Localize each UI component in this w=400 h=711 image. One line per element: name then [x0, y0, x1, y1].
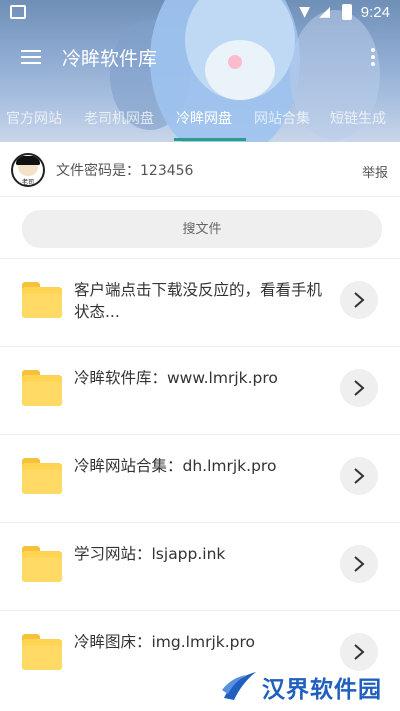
wifi-icon: ▼	[299, 4, 310, 20]
status-time: 9:24	[360, 4, 390, 21]
tab-official-site[interactable]: 官方网站	[6, 108, 62, 128]
file-name: 冷眸软件库：www.lmrjk.pro	[74, 369, 278, 387]
file-item[interactable]: 客户端点击下载没反应的，看看手机状态...	[0, 258, 400, 346]
folder-icon	[22, 370, 62, 408]
file-name: 客户端点击下载没反应的，看看手机状态...	[74, 281, 323, 321]
password-text: 文件密码是：123456	[56, 163, 194, 179]
tab-indicator	[174, 138, 246, 141]
chevron-right-icon[interactable]	[340, 457, 378, 495]
battery-icon	[342, 4, 352, 20]
watermark-logo-icon	[222, 672, 256, 700]
more-options-icon[interactable]	[370, 46, 376, 70]
chevron-right-icon[interactable]	[340, 281, 378, 319]
file-item[interactable]: 学习网站：lsjapp.ink	[0, 522, 400, 610]
status-bar: ▼ ◢ 9:24	[0, 0, 400, 26]
tab-shortlink[interactable]: 短链生成	[330, 108, 386, 128]
file-name: 冷眸图床：img.lmrjk.pro	[74, 633, 256, 651]
search-input[interactable]	[22, 210, 382, 248]
file-name: 冷眸网站合集：dh.lmrjk.pro	[74, 457, 277, 475]
chevron-right-icon[interactable]	[340, 545, 378, 583]
folder-icon	[22, 546, 62, 584]
folder-icon	[22, 458, 62, 496]
avatar-label: 老司	[21, 179, 34, 186]
header-banner: ▼ ◢ 9:24 冷眸软件库 官方网站 老司机网盘 冷眸网盘 网站合集 短链生成	[0, 0, 400, 142]
watermark: 汉界软件园	[218, 664, 400, 706]
file-item[interactable]: 冷眸网站合集：dh.lmrjk.pro	[0, 434, 400, 522]
toolbar: 冷眸软件库	[0, 26, 400, 90]
tab-bar: 官方网站 老司机网盘 冷眸网盘 网站合集 短链生成	[0, 100, 400, 142]
app-title: 冷眸软件库	[62, 48, 158, 70]
chevron-right-icon[interactable]	[340, 369, 378, 407]
menu-icon[interactable]	[21, 49, 41, 65]
folder-icon	[22, 282, 62, 320]
tab-lengmou-drive[interactable]: 冷眸网盘	[176, 108, 232, 128]
signal-icon: ◢	[319, 4, 330, 20]
avatar: 老司	[11, 153, 45, 187]
password-info-bar: 老司 文件密码是：123456 举报	[0, 142, 400, 197]
image-notification-icon	[10, 5, 26, 19]
tab-driver-drive[interactable]: 老司机网盘	[84, 108, 154, 128]
file-list: 客户端点击下载没反应的，看看手机状态... 冷眸软件库：www.lmrjk.pr…	[0, 258, 400, 698]
folder-icon	[22, 634, 62, 672]
report-button[interactable]: 举报	[362, 162, 388, 181]
file-name: 学习网站：lsjapp.ink	[74, 545, 226, 563]
tab-site-collection[interactable]: 网站合集	[254, 108, 310, 128]
watermark-text: 汉界软件园	[262, 677, 382, 703]
file-item[interactable]: 冷眸软件库：www.lmrjk.pro	[0, 346, 400, 434]
